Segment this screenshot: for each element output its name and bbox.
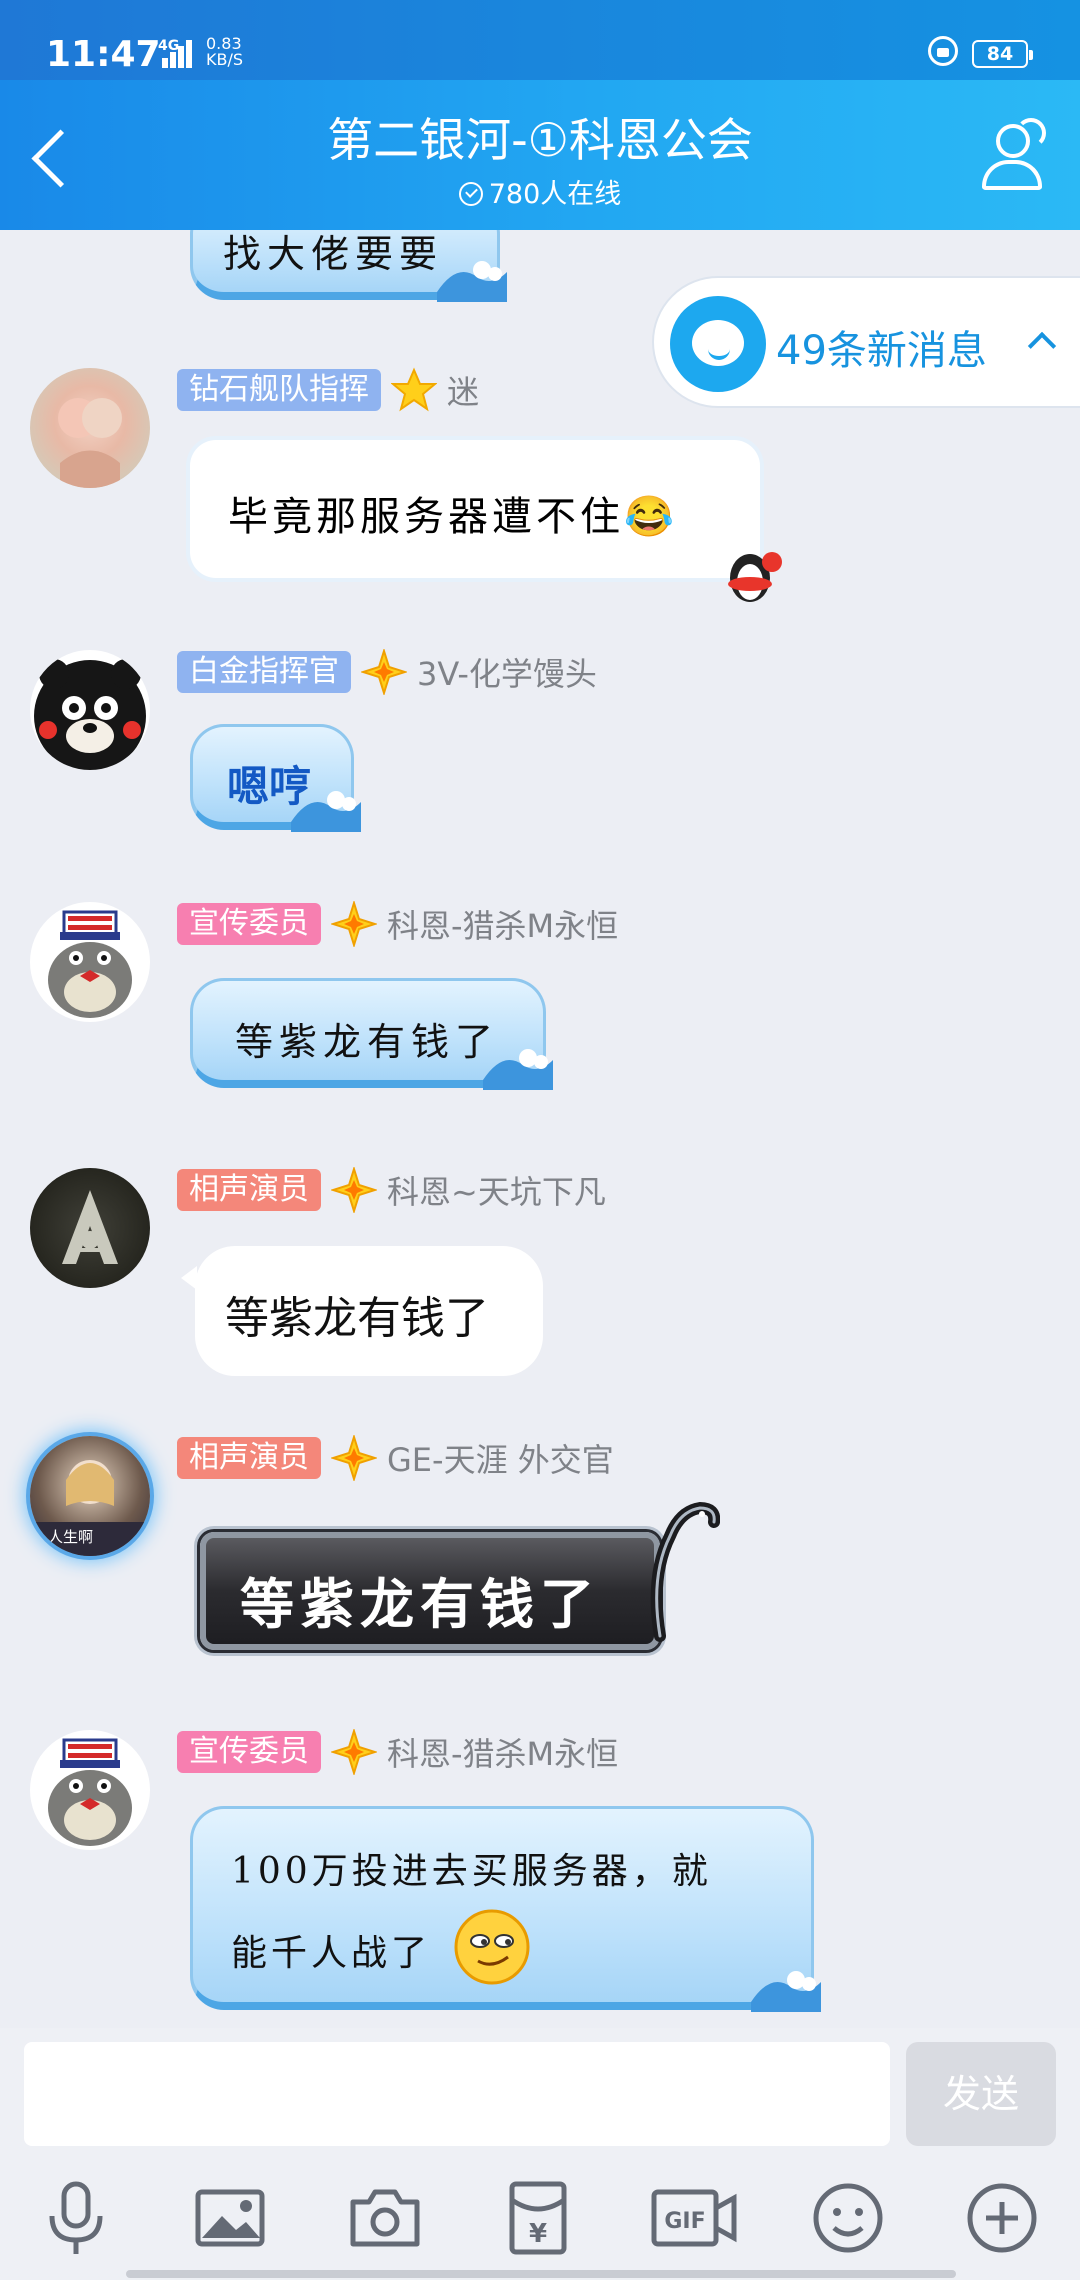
platinum-star-icon	[329, 1433, 379, 1483]
message-text-line: 能千人战了	[231, 1933, 432, 1974]
battery-icon: 84	[972, 40, 1033, 68]
online-count: 780人在线	[0, 172, 1080, 211]
input-toolbar: ¥ GIF	[0, 2178, 1080, 2278]
member-title-badge: 白金指挥官	[177, 651, 351, 693]
input-area: 发送 ¥ GIF	[0, 2028, 1080, 2280]
online-icon	[458, 182, 483, 206]
message-meta: 相声演员 GE-天涯 外交官	[177, 1433, 614, 1483]
smirk-emoji-icon	[454, 1909, 530, 1985]
chevron-up-icon	[1027, 331, 1057, 361]
new-messages-label: 49条新消息	[776, 328, 987, 374]
wave-decoration-icon	[483, 1049, 553, 1090]
message-bubble[interactable]: 嗯哼	[190, 724, 361, 832]
platinum-star-icon	[329, 1727, 379, 1777]
group-title[interactable]: 第二银河-①科恩公会	[0, 104, 1080, 170]
send-button[interactable]: 发送	[906, 2042, 1056, 2146]
platinum-star-icon	[329, 1165, 379, 1215]
member-nickname[interactable]: 科恩~天坑下凡	[387, 1167, 606, 1213]
group-members-button[interactable]	[970, 116, 1056, 202]
avatar[interactable]: 人生啊	[30, 1436, 150, 1556]
wave-decoration-icon	[437, 261, 507, 302]
message-bubble[interactable]: 找大佬要要	[190, 230, 507, 302]
platinum-star-icon	[329, 899, 379, 949]
message-meta: 宣传委员 科恩-猎杀M永恒	[177, 899, 618, 949]
gif-icon[interactable]: GIF	[650, 2178, 740, 2258]
message-bubble[interactable]: 等紫龙有钱了	[181, 1246, 543, 1376]
member-nickname[interactable]: GE-天涯 外交官	[387, 1435, 614, 1481]
chat-bubble-icon	[670, 296, 766, 392]
message-meta: 宣传委员 科恩-猎杀M永恒	[177, 1727, 618, 1777]
message-text: 找大佬要要	[223, 232, 444, 276]
member-nickname[interactable]: 迷	[447, 367, 479, 413]
member-title-badge: 宣传委员	[177, 1731, 321, 1773]
member-title-badge: 相声演员	[177, 1437, 321, 1479]
member-nickname[interactable]: 科恩-猎杀M永恒	[387, 1729, 618, 1775]
message-meta: 钻石舰队指挥 迷	[177, 367, 479, 413]
member-title-badge: 宣传委员	[177, 903, 321, 945]
member-nickname[interactable]: 科恩-猎杀M永恒	[387, 901, 618, 947]
message-bubble[interactable]: 等紫龙有钱了	[190, 978, 553, 1090]
message-text-line: 100万投进去买服务器，就	[231, 1851, 712, 1892]
speed-unit: KB/S	[206, 50, 244, 69]
camera-icon[interactable]	[345, 2178, 425, 2258]
mic-icon[interactable]	[36, 2178, 116, 2258]
member-title-badge: 钻石舰队指挥	[177, 369, 381, 411]
message-text: 毕竟那服务器遭不住😂	[228, 494, 678, 540]
plus-icon[interactable]	[962, 2178, 1042, 2258]
avatar[interactable]	[30, 902, 150, 1022]
svg-text:¥: ¥	[529, 2219, 547, 2249]
emoji-icon[interactable]	[808, 2178, 888, 2258]
message-text: 等紫龙有钱了	[240, 1572, 600, 1636]
image-icon[interactable]	[190, 2178, 270, 2258]
online-text: 780人在线	[488, 179, 622, 210]
status-time: 11:47	[46, 34, 161, 75]
member-title-badge: 相声演员	[177, 1169, 321, 1211]
avatar[interactable]	[30, 368, 150, 488]
swan-decoration-icon	[650, 1501, 720, 1642]
message-meta: 相声演员 科恩~天坑下凡	[177, 1165, 606, 1215]
message-bubble[interactable]: 等紫龙有钱了	[200, 1532, 660, 1650]
platinum-star-icon	[359, 647, 409, 697]
message-bubble[interactable]: 毕竟那服务器遭不住😂	[190, 440, 760, 578]
status-bar: 11:47 4G 0.83 KB/S 84	[0, 0, 1080, 80]
message-text: 等紫龙有钱了	[225, 1293, 489, 1344]
gesture-bar	[126, 2270, 956, 2278]
message-text: 等紫龙有钱了	[235, 1020, 500, 1064]
message-input[interactable]	[24, 2042, 890, 2146]
avatar[interactable]	[30, 1168, 150, 1288]
penguin-decoration-icon	[728, 552, 782, 602]
red-packet-icon[interactable]: ¥	[498, 2178, 578, 2258]
wave-decoration-icon	[751, 1971, 821, 2012]
signal-icon	[160, 36, 200, 68]
avatar-caption: 人生啊	[48, 1528, 94, 1546]
chat-list[interactable]: 找大佬要要 钻石舰队指挥 迷 毕竟那服务器遭不住😂 白金指挥官 3V-化学馒头 …	[0, 230, 1080, 2040]
new-messages-button[interactable]: 49条新消息	[652, 276, 1080, 408]
network-speed: 0.83 KB/S	[206, 36, 243, 68]
message-bubble[interactable]: 100万投进去买服务器，就 能千人战了	[190, 1806, 821, 2012]
member-nickname[interactable]: 3V-化学馒头	[417, 649, 597, 695]
diamond-star-icon	[390, 367, 438, 413]
wave-decoration-icon	[291, 791, 361, 832]
avatar[interactable]	[30, 1730, 150, 1850]
avatar[interactable]	[30, 650, 150, 770]
rotation-lock-icon	[928, 36, 958, 66]
svg-text:GIF: GIF	[664, 2209, 705, 2234]
message-meta: 白金指挥官 3V-化学馒头	[177, 647, 597, 697]
chat-header: 第二银河-①科恩公会 780人在线	[0, 80, 1080, 230]
